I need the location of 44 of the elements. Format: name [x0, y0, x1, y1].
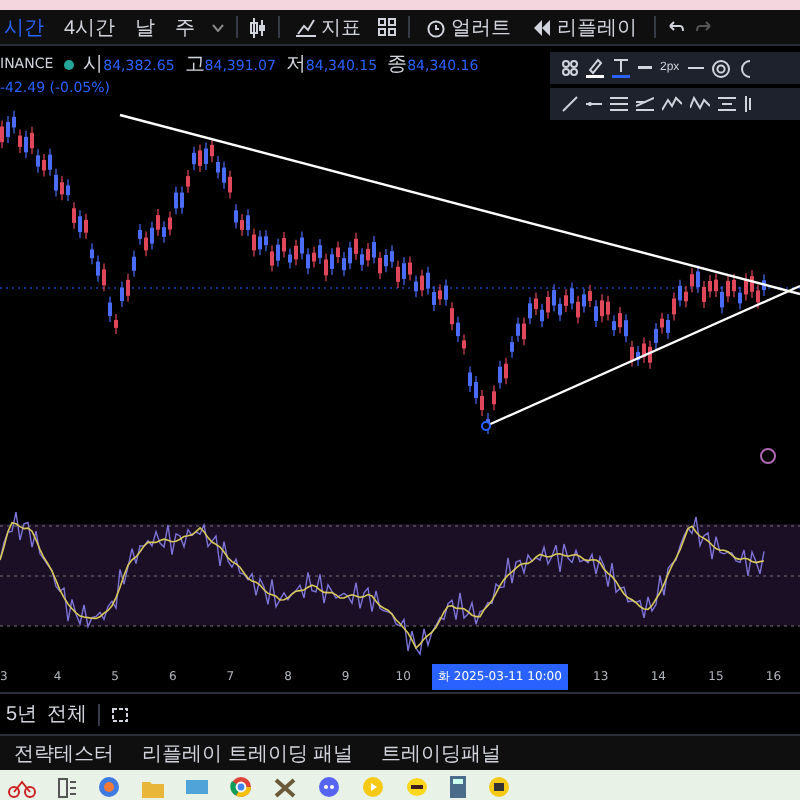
- status-dot-icon: [63, 59, 74, 69]
- grid-icon[interactable]: [562, 60, 578, 76]
- anchor-point[interactable]: [481, 421, 491, 431]
- timeframe-button[interactable]: 4시간: [60, 13, 120, 41]
- line-icon[interactable]: [562, 96, 578, 112]
- timeframe-button[interactable]: 시간: [0, 13, 48, 41]
- chat-icon[interactable]: [318, 776, 340, 798]
- app-icon[interactable]: [274, 777, 296, 797]
- panel-tab[interactable]: 트레이딩패널: [381, 739, 502, 767]
- message-icon[interactable]: [406, 776, 428, 798]
- undo-icon[interactable]: [667, 20, 684, 34]
- alert-button[interactable]: 얼러트: [421, 13, 516, 41]
- caret-icon[interactable]: [211, 23, 224, 31]
- app-logo-icon[interactable]: [8, 777, 36, 797]
- target-icon[interactable]: [711, 59, 730, 77]
- pencil-icon[interactable]: [586, 58, 604, 78]
- compare-icon[interactable]: [109, 705, 130, 723]
- panel-tab[interactable]: 리플레이 트레이딩 패널: [142, 739, 354, 767]
- replay-button[interactable]: 리플레이: [527, 13, 642, 41]
- horizontal-ray-icon[interactable]: [586, 100, 602, 108]
- range-icon[interactable]: [718, 96, 736, 112]
- task-view-icon[interactable]: [58, 777, 76, 797]
- bar-icon[interactable]: [744, 96, 752, 112]
- indicators-button[interactable]: 지표: [291, 13, 366, 41]
- grid-icon[interactable]: [377, 18, 396, 36]
- calculator-icon[interactable]: [450, 776, 466, 798]
- panel-tab[interactable]: 전략테스터: [14, 739, 114, 767]
- fib-icon[interactable]: [636, 96, 654, 112]
- line-chart-icon: [295, 17, 316, 37]
- candles-icon[interactable]: [249, 17, 266, 37]
- trendline[interactable]: [485, 284, 800, 428]
- redo-icon[interactable]: [695, 20, 712, 34]
- timeframe-button[interactable]: 주: [171, 13, 200, 41]
- line-style-icon[interactable]: [687, 64, 704, 72]
- range-button[interactable]: 5년: [6, 700, 38, 728]
- range-button[interactable]: 전체: [47, 700, 88, 728]
- text-icon[interactable]: [612, 58, 630, 78]
- browser-icon[interactable]: [230, 776, 252, 798]
- trendline[interactable]: [119, 113, 800, 296]
- parallel-lines-icon[interactable]: [610, 96, 628, 112]
- timeframe-button[interactable]: 날: [131, 13, 160, 41]
- rewind-icon: [531, 19, 552, 35]
- app-icon[interactable]: [488, 776, 510, 798]
- line-width-icon[interactable]: [638, 64, 652, 72]
